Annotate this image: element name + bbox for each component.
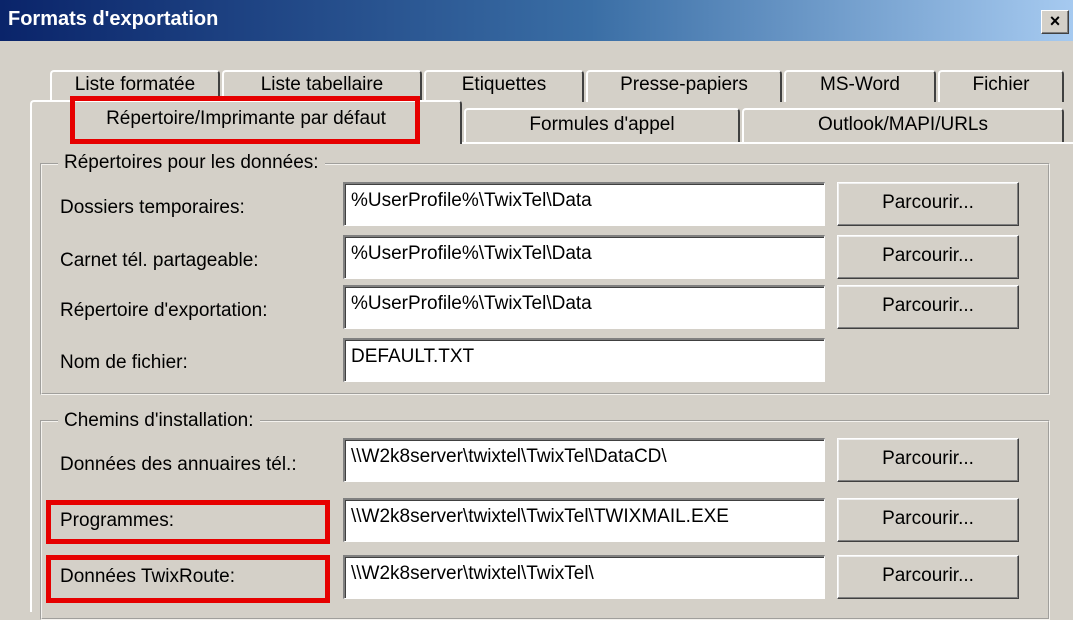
filename-input[interactable]: DEFAULT.TXT [343,338,825,382]
temp-folders-browse-button[interactable]: Parcourir... [837,182,1019,226]
tab-repertoire-imprimante[interactable]: Répertoire/Imprimante par défaut [30,100,462,144]
tab-formules-appel[interactable]: Formules d'appel [464,108,740,142]
programs-label: Programmes: [60,510,175,531]
shared-phonebook-input[interactable]: %UserProfile%\TwixTel\Data [343,235,825,279]
close-button[interactable]: × [1041,10,1069,34]
export-directory-input[interactable]: %UserProfile%\TwixTel\Data [343,285,825,329]
programs-input[interactable]: \\W2k8server\twixtel\TwixTel\TWIXMAIL.EX… [343,498,825,542]
title-bar: Formats d'exportation × [0,0,1073,41]
tab-liste-formatee[interactable]: Liste formatée [50,70,220,102]
tab-fichier[interactable]: Fichier [938,70,1064,102]
tab-outlook-mapi-urls[interactable]: Outlook/MAPI/URLs [742,108,1064,142]
twixroute-data-input[interactable]: \\W2k8server\twixtel\TwixTel\ [343,555,825,599]
export-directory-label: Répertoire d'exportation: [60,300,268,321]
programs-browse-button[interactable]: Parcourir... [837,498,1019,542]
directory-data-label: Données des annuaires tél.: [60,454,297,475]
twixroute-data-label: Données TwixRoute: [60,566,235,587]
tab-ms-word[interactable]: MS-Word [784,70,936,102]
export-directory-browse-button[interactable]: Parcourir... [837,285,1019,329]
install-paths-title: Chemins d'installation: [58,410,260,432]
twixroute-data-browse-button[interactable]: Parcourir... [837,555,1019,599]
filename-label: Nom de fichier: [60,352,188,373]
tab-liste-tabellaire[interactable]: Liste tabellaire [222,70,422,102]
tab-presse-papiers[interactable]: Presse-papiers [586,70,782,102]
tab-etiquettes[interactable]: Etiquettes [424,70,584,102]
window-title: Formats d'exportation [8,8,219,30]
temp-folders-input[interactable]: %UserProfile%\TwixTel\Data [343,182,825,226]
data-directories-title: Répertoires pour les données: [58,152,325,174]
close-icon: × [1049,11,1061,31]
temp-folders-label: Dossiers temporaires: [60,197,245,218]
directory-data-input[interactable]: \\W2k8server\twixtel\TwixTel\DataCD\ [343,438,825,482]
shared-phonebook-label: Carnet tél. partageable: [60,250,259,271]
directory-data-browse-button[interactable]: Parcourir... [837,438,1019,482]
shared-phonebook-browse-button[interactable]: Parcourir... [837,235,1019,279]
